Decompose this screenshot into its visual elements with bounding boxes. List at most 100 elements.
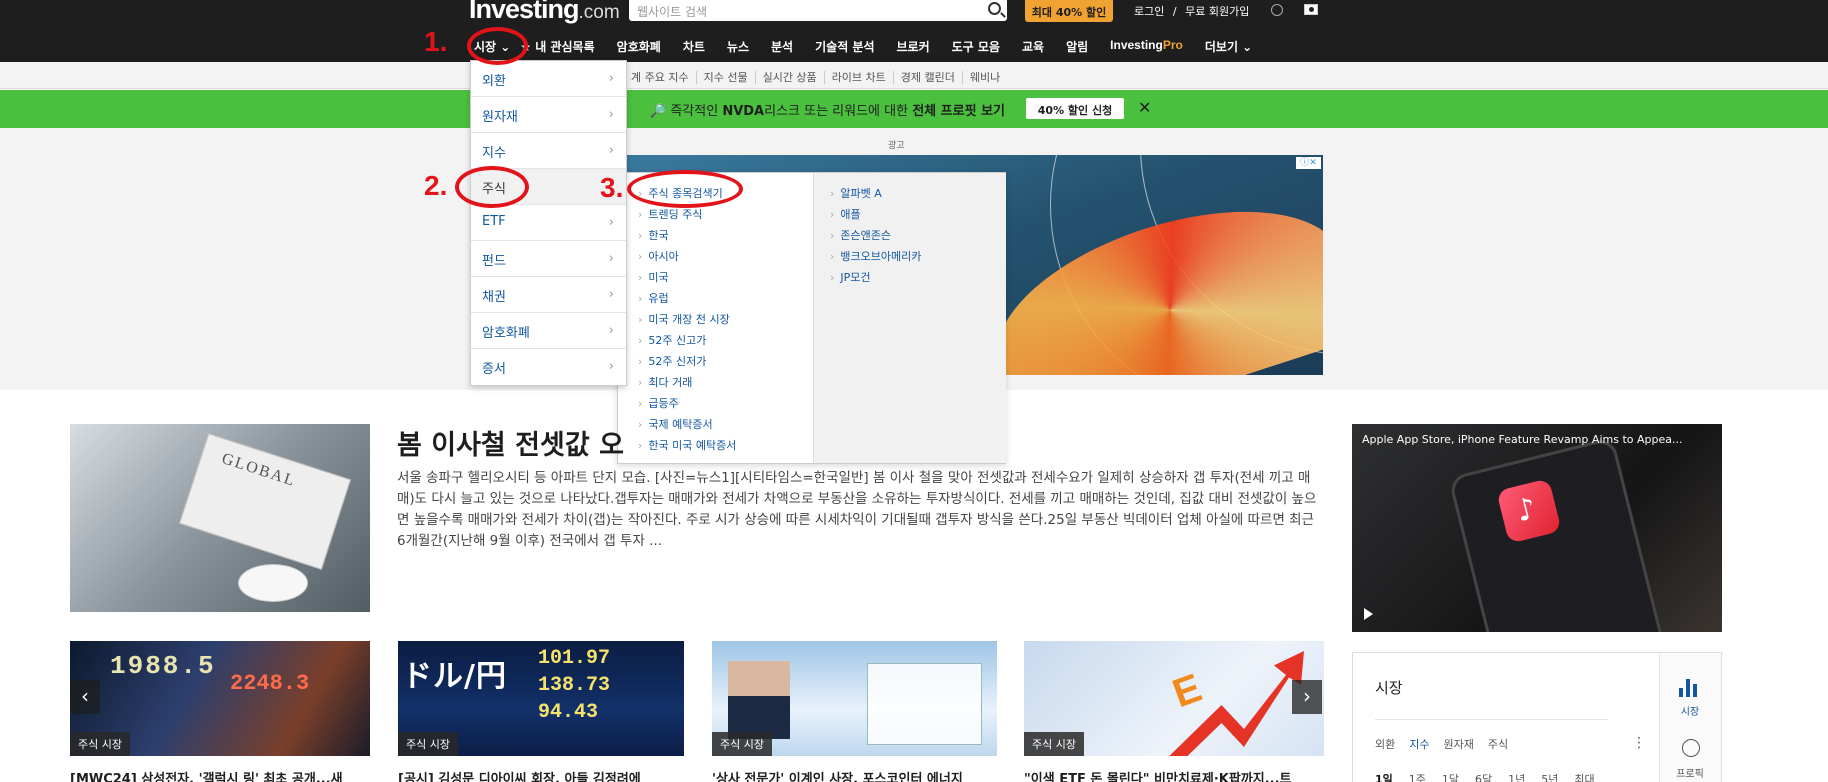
annotation-ring-1 [467, 27, 528, 65]
carousel-prev-button[interactable]: ‹ [70, 680, 100, 714]
signup-link[interactable]: 무료 회원가입 [1185, 5, 1249, 18]
submenu-item[interactable]: 미국 [638, 269, 668, 285]
markets-widget-tabs: 외환 지수 원자재 주식 [1375, 736, 1522, 752]
tab-stocks[interactable]: 주식 [1488, 738, 1508, 751]
submenu-popular-stock[interactable]: 존슨앤존슨 [830, 227, 891, 243]
menu-item-bonds[interactable]: 채권 › [471, 277, 626, 313]
sub-navigation: 계 주요 지수 지수 선물 실시간 상품 라이브 차트 경제 캘린더 웨비나 [0, 62, 1828, 89]
menu-item-funds[interactable]: 펀드 › [471, 241, 626, 277]
chevron-right-icon: › [608, 143, 614, 158]
news-card-tag: 주식 시장 [70, 732, 130, 756]
featured-article-image[interactable] [70, 424, 370, 612]
nav-analysis[interactable]: 분석 [771, 38, 793, 56]
more-options-icon[interactable]: ⋮ [1632, 735, 1646, 751]
banner-cta-button[interactable]: 40% 할인 신청 [1026, 98, 1124, 119]
markets-widget: 시장 외환 지수 원자재 주식 ⋮ 1일 1주 1달 6달 1년 5년 최대 시장 프로픽 [1352, 652, 1722, 782]
nav-news[interactable]: 뉴스 [727, 38, 749, 56]
subnav-item[interactable]: 웨비나 [963, 71, 1007, 84]
login-link[interactable]: 로그인 [1134, 5, 1164, 18]
sidebar-propicks-label[interactable]: 프로픽 [1659, 765, 1721, 780]
tab-indices[interactable]: 지수 [1409, 738, 1429, 751]
submenu-item[interactable]: 한국 미국 예탁증서 [638, 437, 736, 453]
news-card-title[interactable]: [MWC24] 삼성전자, '갤럭시 링' 최초 공개...새 [70, 768, 370, 782]
subnav-item[interactable]: 실시간 상품 [755, 71, 825, 84]
portrait-photo [728, 661, 790, 739]
period-option[interactable]: 1달 [1442, 773, 1459, 782]
bar-chart-icon[interactable] [1679, 677, 1703, 697]
submenu-item[interactable]: 국제 예탁증서 [638, 416, 712, 432]
investing-logo[interactable]: Investing.com [469, 0, 620, 25]
nav-crypto[interactable]: 암호화폐 [617, 38, 661, 56]
sidebar-markets-label[interactable]: 시장 [1659, 703, 1721, 718]
chevron-right-icon: › [608, 215, 614, 230]
auth-links: 로그인 / 무료 회원가입 [1134, 5, 1250, 18]
news-card-title[interactable]: '상사 전문가' 이계인 사장, 포스코인터 에너지 [712, 768, 997, 782]
menu-item-forex[interactable]: 외환 › [471, 61, 626, 97]
submenu-item[interactable]: 아시아 [638, 248, 678, 264]
tab-forex[interactable]: 외환 [1375, 738, 1395, 751]
promo-discount-button[interactable]: 최대 40% 할인 [1025, 0, 1113, 22]
ad-choices-icon[interactable]: ⓘ✕ [1296, 157, 1321, 169]
subnav-item[interactable]: 계 주요 지수 [624, 71, 697, 84]
news-card-image[interactable]: 1988.5 2248.3 주식 시장 [70, 641, 370, 756]
markets-dropdown: 외환 › 원자재 › 지수 › 주식 ETF › 펀드 › 채권 › 암호화폐 › 증서 › [470, 60, 627, 386]
submenu-item[interactable]: 유럽 [638, 290, 668, 306]
period-option[interactable]: 5년 [1541, 773, 1558, 782]
nav-watchlist[interactable]: ★ 내 관심목록 [520, 38, 594, 56]
tab-commodities[interactable]: 원자재 [1444, 738, 1474, 751]
news-card-image[interactable]: 주식 시장 [712, 641, 997, 756]
menu-item-commodities[interactable]: 원자재 › [471, 97, 626, 133]
period-option[interactable]: 최대 [1574, 773, 1594, 782]
news-card-image[interactable]: E 주식 시장 [1024, 641, 1324, 756]
submenu-item[interactable]: 52주 신저가 [638, 353, 706, 369]
search-icon[interactable] [988, 2, 1001, 15]
annotation-step-2: 2. [424, 170, 448, 201]
play-icon[interactable] [1364, 608, 1373, 620]
submenu-popular-stock[interactable]: JP모건 [830, 269, 870, 285]
close-icon[interactable]: ✕ [1138, 98, 1151, 117]
carousel-next-button[interactable]: › [1292, 680, 1322, 714]
nav-investingpro[interactable]: InvestingPro [1110, 38, 1183, 56]
period-option[interactable]: 1주 [1409, 773, 1426, 782]
submenu-item[interactable]: 최다 거래 [638, 374, 692, 390]
period-option[interactable]: 1년 [1508, 773, 1525, 782]
submenu-popular-stock[interactable]: 알파벳 A [830, 185, 881, 201]
clock-icon[interactable] [1271, 4, 1283, 16]
subnav-item[interactable]: 라이브 차트 [824, 71, 894, 84]
nav-tools[interactable]: 도구 모음 [952, 38, 1000, 56]
submenu-item[interactable]: 트렌딩 주식 [638, 206, 702, 222]
submenu-item[interactable]: 한국 [638, 227, 668, 243]
nav-charts[interactable]: 차트 [683, 38, 705, 56]
period-option[interactable]: 1일 [1375, 773, 1393, 782]
nav-brokers[interactable]: 브로커 [897, 38, 930, 56]
site-search-input[interactable]: 웹사이트 검색 [629, 0, 1007, 21]
nav-alerts[interactable]: 알림 [1066, 38, 1088, 56]
subnav-item[interactable]: 경제 캘린더 [893, 71, 963, 84]
chevron-right-icon: › [608, 107, 614, 122]
news-card-image[interactable]: ドル/円 101.97 138.73 94.43 주식 시장 [398, 641, 684, 756]
period-option[interactable]: 6달 [1475, 773, 1492, 782]
nav-education[interactable]: 교육 [1022, 38, 1044, 56]
menu-item-crypto[interactable]: 암호화폐 › [471, 313, 626, 349]
menu-item-indices[interactable]: 지수 › [471, 133, 626, 169]
menu-item-etf[interactable]: ETF › [471, 205, 626, 241]
menu-item-certificates[interactable]: 증서 › [471, 349, 626, 385]
submenu-item[interactable]: 급등주 [638, 395, 678, 411]
main-navigation: 시장 ⌄ ★ 내 관심목록 암호화폐 차트 뉴스 분석 기술적 분석 브로커 도… [474, 38, 1274, 56]
featured-article-title[interactable]: 봄 이사철 전셋값 오 [397, 423, 624, 462]
subnav-item[interactable]: 지수 선물 [696, 71, 756, 84]
video-player[interactable]: Apple App Store, iPhone Feature Revamp A… [1352, 424, 1722, 632]
top-header-bar: Investing.com 웹사이트 검색 최대 40% 할인 로그인 / 무료… [0, 0, 1828, 62]
submenu-item[interactable]: 미국 개장 전 시장 [638, 311, 729, 327]
submenu-popular-stock[interactable]: 뱅크오브아메리카 [830, 248, 921, 264]
lightbulb-icon[interactable] [1682, 739, 1700, 757]
nav-technical[interactable]: 기술적 분석 [815, 38, 874, 56]
submenu-item[interactable]: 52주 신고가 [638, 332, 706, 348]
ad-label: 광고 [888, 141, 905, 151]
news-card-title[interactable]: [공시] 김성문 디아이씨 회장, 아들 김정려에 [398, 768, 684, 782]
promo-banner: 🔎 즉각적인 NVDA리스크 또는 리워드에 대한 전체 프로핏 보기 40% … [0, 90, 1828, 128]
news-card-title[interactable]: "이색 ETF 돈 몰린다" 비만치료제·K팝까지...트 [1024, 768, 1324, 782]
submenu-popular-stock[interactable]: 애플 [830, 206, 860, 222]
korea-flag-icon[interactable] [1304, 4, 1318, 15]
nav-more[interactable]: 더보기 ⌄ [1205, 38, 1252, 56]
